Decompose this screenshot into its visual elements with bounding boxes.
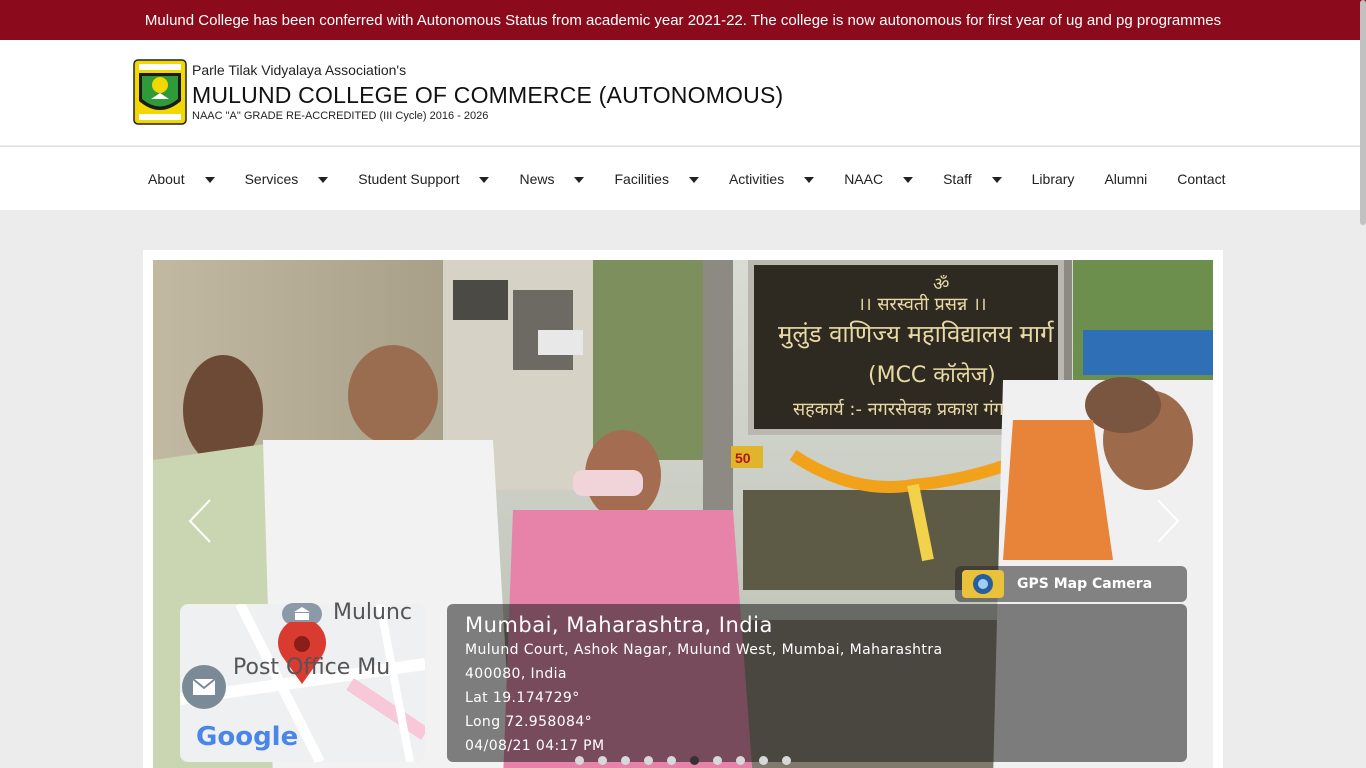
nav-item-label: About (148, 171, 185, 187)
nav-item-label: Student Support (358, 171, 460, 187)
sign-line-2: मुलुंड वाणिज्य महाविद्यालय मार्ग (778, 320, 1055, 349)
sign-line-4: सहकार्य :- नगरसेवक प्रकाश गंगाधरे (793, 398, 1028, 420)
sign-line-1: ।। सरस्वती प्रसन्न ।। (858, 293, 987, 315)
caret-down-icon (903, 177, 914, 183)
nav-item-news[interactable]: News (504, 147, 599, 211)
slider-dots (575, 756, 805, 765)
slider-dot[interactable] (690, 756, 699, 765)
nav-list: About Services Student Support News Faci… (133, 147, 1240, 211)
nav-item-alumni[interactable]: Alumni (1089, 147, 1162, 211)
slider-dot[interactable] (667, 756, 676, 765)
caret-down-icon (318, 177, 329, 183)
association-name: Parle Tilak Vidyalaya Association's (192, 62, 407, 78)
nav-item-student-support[interactable]: Student Support (343, 147, 504, 211)
slider-dot[interactable] (575, 756, 584, 765)
map-label-mulund: Mulunc (333, 600, 413, 625)
gps-camera-label: GPS Map Camera (1017, 576, 1153, 592)
gps-camera-badge: GPS Map Camera (955, 566, 1187, 602)
google-label: Google (196, 722, 299, 752)
address-line-2: 400080, India (465, 666, 567, 682)
nav-item-label: NAAC (844, 171, 884, 187)
announcement-text: Mulund College has been conferred with A… (144, 11, 1222, 29)
slider-dot[interactable] (598, 756, 607, 765)
nav-item-label: News (519, 171, 555, 187)
caret-down-icon (991, 177, 1002, 183)
college-logo-icon[interactable] (133, 59, 187, 125)
nav-item-label: Staff (943, 171, 972, 187)
nav-item-about[interactable]: About (133, 147, 230, 211)
nav-item-label: Contact (1177, 171, 1226, 187)
nav-item-facilities[interactable]: Facilities (599, 147, 713, 211)
nav-item-activities[interactable]: Activities (714, 147, 829, 211)
latitude-text: Lat 19.174729° (465, 690, 580, 706)
nav-item-label: Services (244, 171, 299, 187)
shop-number: 50 (735, 450, 751, 466)
caret-down-icon (204, 177, 215, 183)
sign-line-3: (MCC कॉलेज) (868, 362, 996, 388)
caret-down-icon (804, 177, 815, 183)
nav-item-services[interactable]: Services (230, 147, 344, 211)
nav-item-library[interactable]: Library (1017, 147, 1090, 211)
college-name[interactable]: MULUND COLLEGE OF COMMERCE (AUTONOMOUS) (192, 82, 783, 109)
site-header: Parle Tilak Vidyalaya Association's MULU… (0, 40, 1366, 145)
nav-item-label: Activities (728, 171, 785, 187)
main-nav: About Services Student Support News Faci… (0, 146, 1366, 210)
mail-icon (182, 665, 226, 709)
caret-down-icon (574, 177, 585, 183)
caret-down-icon (688, 177, 699, 183)
slider-dot[interactable] (782, 756, 791, 765)
nav-item-contact[interactable]: Contact (1162, 147, 1240, 211)
nav-item-label: Facilities (614, 171, 669, 187)
location-title: Mumbai, Maharashtra, India (465, 613, 773, 637)
announcement-bar: Mulund College has been conferred with A… (0, 0, 1366, 40)
caret-down-icon (479, 177, 490, 183)
slider-dot[interactable] (759, 756, 768, 765)
sign-om: ॐ (933, 274, 949, 295)
map-label-post-office: Post Office Mu (233, 655, 391, 680)
address-line-1: Mulund Court, Ashok Nagar, Mulund West, … (465, 642, 943, 658)
slider-dot[interactable] (644, 756, 653, 765)
timestamp-text: 04/08/21 04:17 PM (465, 738, 605, 754)
scrollbar[interactable] (1360, 0, 1366, 225)
nav-item-staff[interactable]: Staff (928, 147, 1017, 211)
google-logo: Google (196, 722, 298, 752)
accreditation-text: NAAC "A" GRADE RE-ACCREDITED (III Cycle)… (192, 110, 489, 122)
slider-dot[interactable] (736, 756, 745, 765)
slider-dot[interactable] (621, 756, 630, 765)
gps-camera-icon (962, 570, 1004, 598)
longitude-text: Long 72.958084° (465, 714, 593, 730)
nav-item-naac[interactable]: NAAC (829, 147, 928, 211)
chevron-right-icon[interactable] (1152, 498, 1182, 544)
nav-item-label: Alumni (1104, 171, 1148, 187)
slider-dot[interactable] (713, 756, 722, 765)
nav-item-label: Library (1031, 171, 1075, 187)
chevron-left-icon[interactable] (186, 498, 216, 544)
